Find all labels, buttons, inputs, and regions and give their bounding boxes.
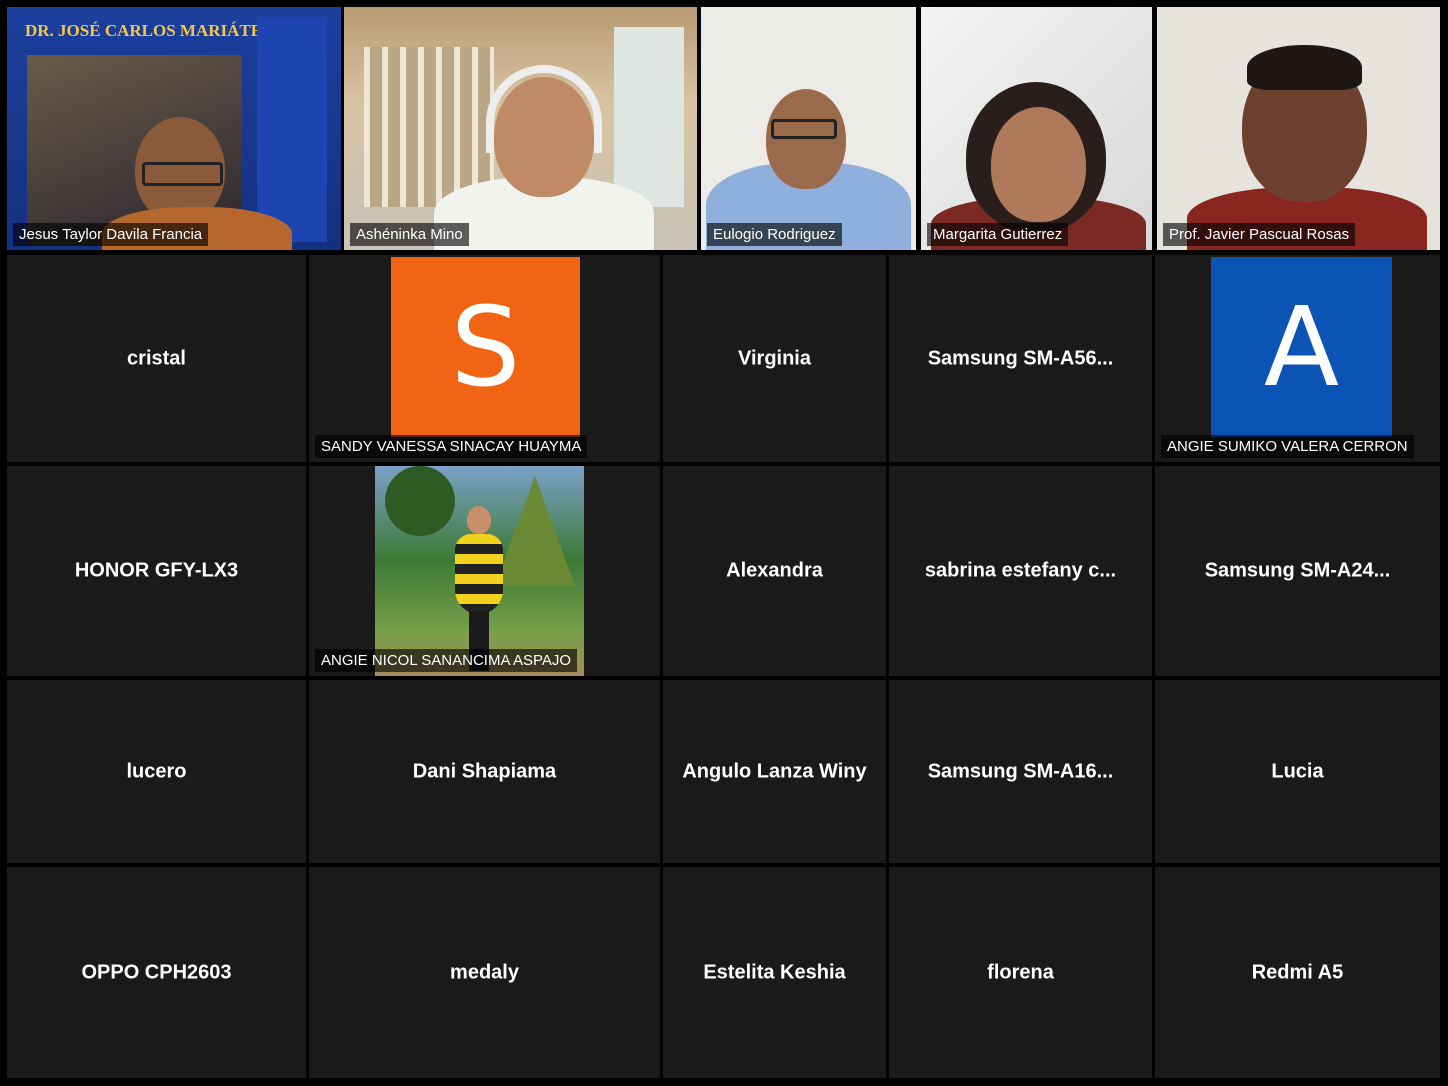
participant-name: Samsung SM-A16...: [927, 760, 1114, 782]
person-figure: [467, 506, 491, 534]
participant-name: Angulo Lanza Winy: [682, 760, 867, 782]
participant-name-label: Ashéninka Mino: [350, 223, 469, 246]
participant-tile[interactable]: medaly: [309, 867, 660, 1078]
profile-picture: [375, 466, 584, 676]
palm-tree: [385, 466, 455, 536]
participant-name-label: ANGIE NICOL SANANCIMA ASPAJO: [315, 649, 578, 672]
participant-name: sabrina estefany c...: [924, 559, 1117, 582]
participant-hair: [1247, 45, 1362, 90]
participant-name: OPPO CPH2603: [81, 961, 232, 983]
glasses: [771, 119, 837, 139]
participant-tile[interactable]: cristal: [7, 255, 306, 462]
participant-name: medaly: [450, 961, 519, 983]
avatar-initial: S: [450, 283, 521, 411]
participant-tile[interactable]: Samsung SM-A56...: [889, 255, 1152, 462]
participant-tile[interactable]: Virginia: [663, 255, 886, 462]
participant-name-label: Eulogio Rodriguez: [707, 223, 842, 246]
participant-name: Samsung SM-A24...: [1204, 559, 1391, 582]
participant-head: [766, 89, 846, 189]
participant-name: Lucia: [1271, 760, 1324, 782]
participant-tile[interactable]: A ANGIE SUMIKO VALERA CERRON: [1155, 255, 1440, 462]
glasses: [142, 162, 223, 186]
participant-tile[interactable]: HONOR GFY-LX3: [7, 466, 306, 676]
video-tile-margarita[interactable]: Margarita Gutierrez: [921, 7, 1152, 250]
participant-tile[interactable]: Samsung SM-A24...: [1155, 466, 1440, 676]
participant-name: Dani Shapiama: [412, 760, 557, 782]
participant-tile[interactable]: florena: [889, 867, 1152, 1078]
participant-name: lucero: [126, 760, 187, 782]
participant-name: florena: [987, 961, 1054, 983]
window: [614, 27, 684, 207]
participant-tile[interactable]: Redmi A5: [1155, 867, 1440, 1078]
participant-name-label: Prof. Javier Pascual Rosas: [1163, 223, 1356, 246]
participant-name: Redmi A5: [1251, 961, 1344, 983]
participant-name-label: Jesus Taylor Davila Francia: [13, 223, 209, 246]
participant-tile[interactable]: Estelita Keshia: [663, 867, 886, 1078]
participant-head: [991, 107, 1086, 222]
participant-tile[interactable]: OPPO CPH2603: [7, 867, 306, 1078]
participant-name-label: Margarita Gutierrez: [927, 223, 1069, 246]
participant-name: cristal: [127, 347, 186, 369]
video-tile-angie-nicol[interactable]: ANGIE NICOL SANANCIMA ASPAJO: [309, 466, 660, 676]
participant-name: Samsung SM-A56...: [927, 347, 1114, 369]
participant-name-label: ANGIE SUMIKO VALERA CERRON: [1161, 435, 1414, 458]
participant-name: Alexandra: [726, 559, 823, 582]
participant-tile[interactable]: Dani Shapiama: [309, 680, 660, 863]
cone-tree: [495, 476, 575, 586]
participant-tile[interactable]: S SANDY VANESSA SINACAY HUAYMA: [309, 255, 660, 462]
avatar-initial: A: [1263, 283, 1340, 411]
video-tile-eulogio[interactable]: Eulogio Rodriguez: [701, 7, 916, 250]
participant-tile[interactable]: Lucia: [1155, 680, 1440, 863]
poster-title: DR. JOSÉ CARLOS MARIÁTEGUI: [25, 21, 295, 40]
participant-tile[interactable]: sabrina estefany c...: [889, 466, 1152, 676]
video-tile-jesus[interactable]: DR. JOSÉ CARLOS MARIÁTEGUI Jesus Taylor …: [7, 7, 341, 250]
video-tile-asheninka[interactable]: Ashéninka Mino: [344, 7, 697, 250]
bee-costume: [455, 534, 503, 614]
avatar: S: [391, 257, 580, 437]
participant-name: Virginia: [738, 347, 811, 369]
participant-tile[interactable]: lucero: [7, 680, 306, 863]
video-tile-javier[interactable]: Prof. Javier Pascual Rosas: [1157, 7, 1440, 250]
poster-side-panel: [257, 17, 327, 242]
participant-tile[interactable]: Alexandra: [663, 466, 886, 676]
participant-name-label: SANDY VANESSA SINACAY HUAYMA: [315, 435, 588, 458]
participant-name: HONOR GFY-LX3: [74, 559, 239, 582]
participant-tile[interactable]: Samsung SM-A16...: [889, 680, 1152, 863]
participant-name: Estelita Keshia: [703, 961, 846, 983]
avatar: A: [1211, 257, 1392, 437]
participant-tile[interactable]: Angulo Lanza Winy: [663, 680, 886, 863]
